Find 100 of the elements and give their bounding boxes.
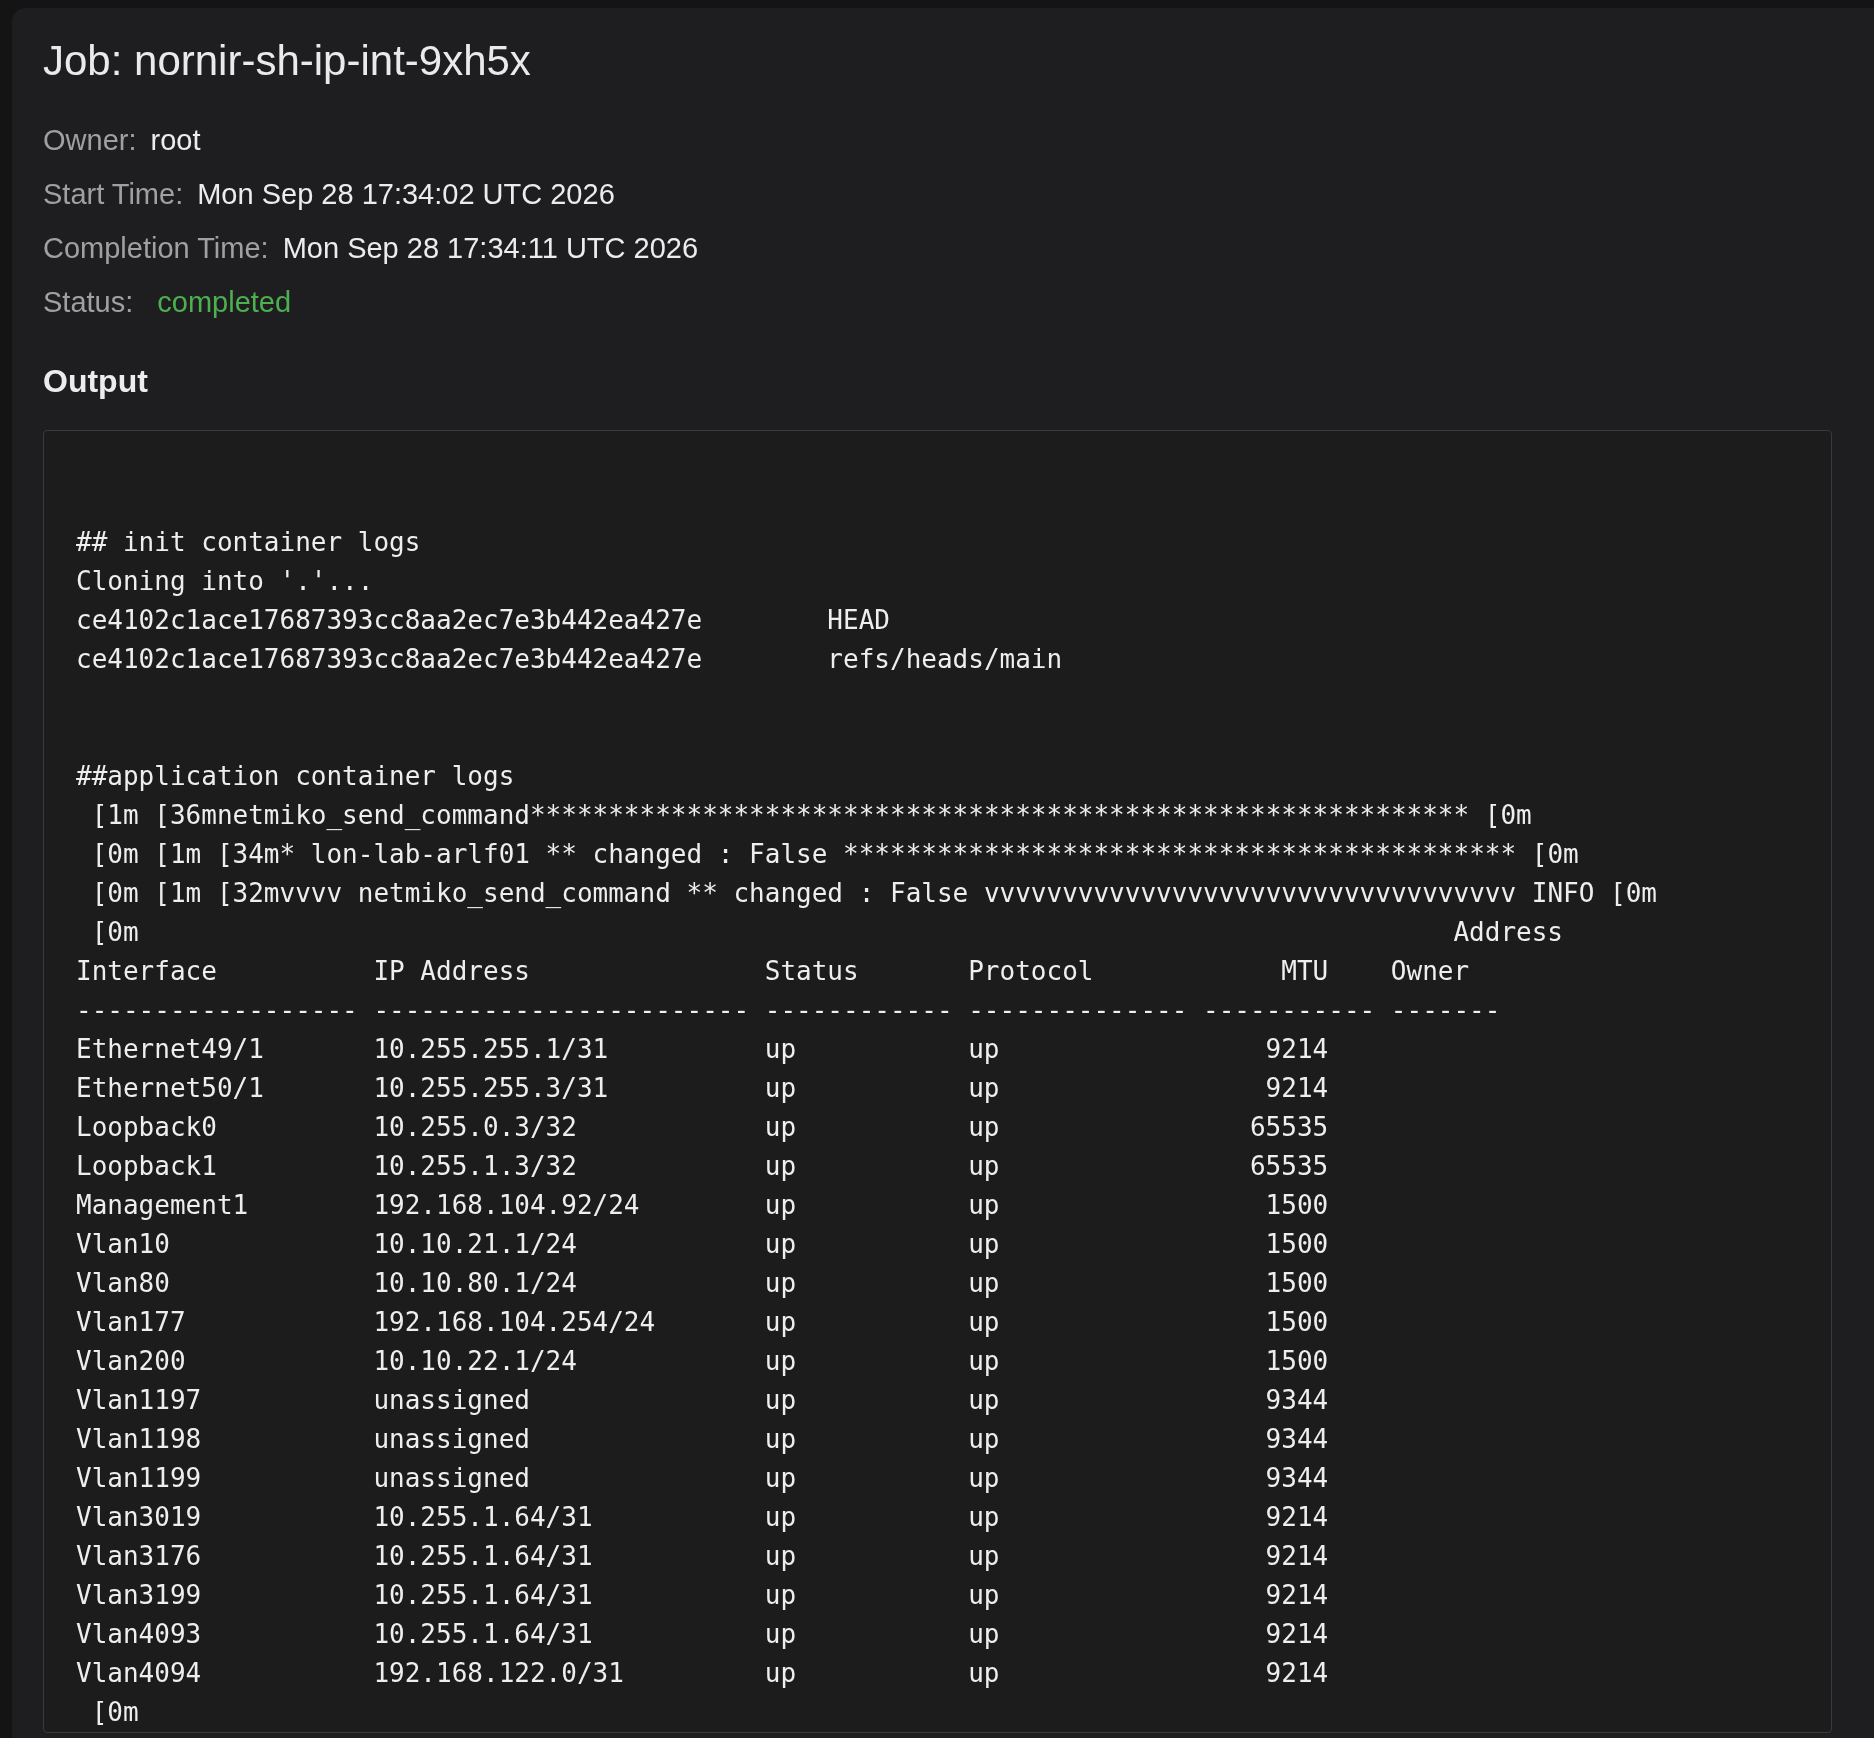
log-line: [1m [36mnetmiko_send_command************************************************************ [0m: [90, 798, 1533, 832]
table-cell-text: up: [968, 1071, 1001, 1105]
table-cell-text: up: [968, 1578, 1001, 1612]
table-cell-text: 10.10.22.1/24: [373, 1344, 578, 1378]
table-cell-text: up: [764, 1500, 798, 1534]
table-cell-text: 9214: [1264, 1617, 1330, 1651]
table-cell-text: Vlan10: [76, 1227, 171, 1261]
table-cell-text: unassigned: [373, 1422, 531, 1456]
field-label: Start Time:: [43, 176, 184, 212]
table-cell-text: up: [968, 1617, 1001, 1651]
table-cell-text: 10.10.80.1/24: [373, 1266, 578, 1300]
column-header: Status: [764, 954, 860, 988]
column-header: MTU: [1280, 954, 1330, 988]
field-label: Owner:: [43, 122, 137, 158]
table-cell-text: 9214: [1264, 1500, 1330, 1534]
table-cell-text: up: [764, 1383, 798, 1417]
column-header: IP Address: [373, 954, 531, 988]
table-cell-text: 9344: [1264, 1422, 1330, 1456]
table-cell-text: up: [968, 1227, 1001, 1261]
table-cell-text: Vlan4094: [76, 1656, 203, 1690]
table-cell-text: up: [968, 1149, 1001, 1183]
table-cell-text: up: [968, 1539, 1001, 1573]
table-cell-text: 9344: [1264, 1383, 1330, 1417]
table-cell-text: up: [968, 1383, 1001, 1417]
table-cell-text: 1500: [1264, 1344, 1330, 1378]
table-cell-text: 1500: [1264, 1227, 1330, 1261]
table-cell-text: 65535: [1248, 1149, 1330, 1183]
table-cell-text: up: [968, 1344, 1001, 1378]
log-line: [0m [1m [32mvvvv netmiko_send_command ** changed : False vvvvvvvvvvvvvvvvvvvvvvvvvvvvvvvvvv INFO [0m: [90, 876, 1658, 910]
table-cell-text: 9214: [1264, 1071, 1330, 1105]
table-cell-text: Ethernet50/1: [76, 1071, 265, 1105]
field-label: Completion Time:: [43, 230, 269, 266]
table-cell-text: 10.255.1.64/31: [373, 1617, 594, 1651]
table-cell-text: up: [764, 1656, 798, 1690]
table-cell-text: Loopback1: [76, 1149, 218, 1183]
column-rule: -----------: [1203, 993, 1377, 1027]
field-label: Status:: [43, 284, 134, 320]
commit-hash: ce4102c1ace17687393cc8aa2ec7e3b442ea427e: [76, 603, 704, 637]
table-cell-text: up: [968, 1305, 1001, 1339]
field-value: Mon Sep 28 17:34:02 UTC 2026: [197, 176, 615, 212]
table-cell-text: 10.255.1.64/31: [373, 1500, 594, 1534]
table-cell-text: up: [764, 1305, 798, 1339]
table-cell-text: Ethernet49/1: [76, 1032, 265, 1066]
table-cell-text: Vlan80: [76, 1266, 171, 1300]
table-cell-text: up: [968, 1266, 1001, 1300]
table-cell-text: up: [968, 1500, 1001, 1534]
job-title: Job: nornir-sh-ip-int-9xh5x: [43, 36, 532, 86]
table-cell-text: 10.255.1.64/31: [373, 1539, 594, 1573]
column-rule: ------------: [764, 993, 954, 1027]
table-cell-text: 10.255.255.1/31: [373, 1032, 610, 1066]
table-cell-text: up: [968, 1461, 1001, 1495]
table-cell-text: 65535: [1248, 1110, 1330, 1144]
table-cell-text: up: [968, 1422, 1001, 1456]
table-cell-text: Vlan177: [76, 1305, 187, 1339]
table-cell-text: 10.255.1.3/32: [373, 1149, 578, 1183]
commit-hash: ce4102c1ace17687393cc8aa2ec7e3b442ea427e: [76, 642, 704, 676]
table-cell-text: up: [764, 1110, 798, 1144]
table-cell-text: 10.255.255.3/31: [373, 1071, 610, 1105]
table-cell-text: Vlan1199: [76, 1461, 203, 1495]
table-cell-text: up: [764, 1149, 798, 1183]
table-cell-text: 9214: [1264, 1578, 1330, 1612]
log-line: [0m: [90, 1695, 140, 1729]
table-cell-text: Vlan3019: [76, 1500, 203, 1534]
table-cell-text: 9214: [1264, 1032, 1330, 1066]
table-cell-text: unassigned: [373, 1383, 531, 1417]
table-cell-text: up: [968, 1110, 1001, 1144]
table-cell-text: up: [968, 1032, 1001, 1066]
git-ref: HEAD: [827, 603, 891, 637]
column-rule: ------------------------: [373, 993, 751, 1027]
table-cell-text: 192.168.104.92/24: [373, 1188, 641, 1222]
table-cell-text: 9214: [1264, 1656, 1330, 1690]
table-cell-text: 1500: [1264, 1188, 1330, 1222]
table-cell-text: 10.10.21.1/24: [373, 1227, 578, 1261]
table-cell-text: up: [764, 1539, 798, 1573]
column-header: Owner: [1390, 954, 1471, 988]
git-ref: refs/heads/main: [827, 642, 1064, 676]
table-cell-text: up: [764, 1266, 798, 1300]
column-header: Address: [1452, 915, 1565, 949]
table-cell-text: up: [764, 1422, 798, 1456]
table-cell-text: 1500: [1264, 1266, 1330, 1300]
table-cell-text: Vlan200: [76, 1344, 187, 1378]
table-cell-text: up: [764, 1461, 798, 1495]
field-value: Mon Sep 28 17:34:11 UTC 2026: [282, 230, 699, 266]
table-cell-text: 10.255.0.3/32: [373, 1110, 578, 1144]
table-cell-text: 192.168.122.0/31: [373, 1656, 625, 1690]
table-cell-text: 9344: [1264, 1461, 1330, 1495]
log-line: [0m [1m [34m* lon-lab-arlf01 ** changed : False ******************************************* [0m: [90, 837, 1580, 871]
column-header: Protocol: [968, 954, 1095, 988]
table-cell-text: Loopback0: [76, 1110, 218, 1144]
log-line: [0m: [90, 915, 140, 949]
table-cell-text: unassigned: [373, 1461, 531, 1495]
table-cell-text: up: [764, 1617, 798, 1651]
table-cell-text: Vlan3176: [76, 1539, 203, 1573]
column-rule: --------------: [968, 993, 1189, 1027]
table-cell-text: 192.168.104.254/24: [373, 1305, 657, 1339]
column-rule: ------------------: [76, 993, 359, 1027]
column-header: Interface: [76, 954, 218, 988]
table-cell-text: up: [764, 1188, 798, 1222]
table-cell-text: Vlan3199: [76, 1578, 203, 1612]
output-heading: Output: [43, 362, 149, 400]
